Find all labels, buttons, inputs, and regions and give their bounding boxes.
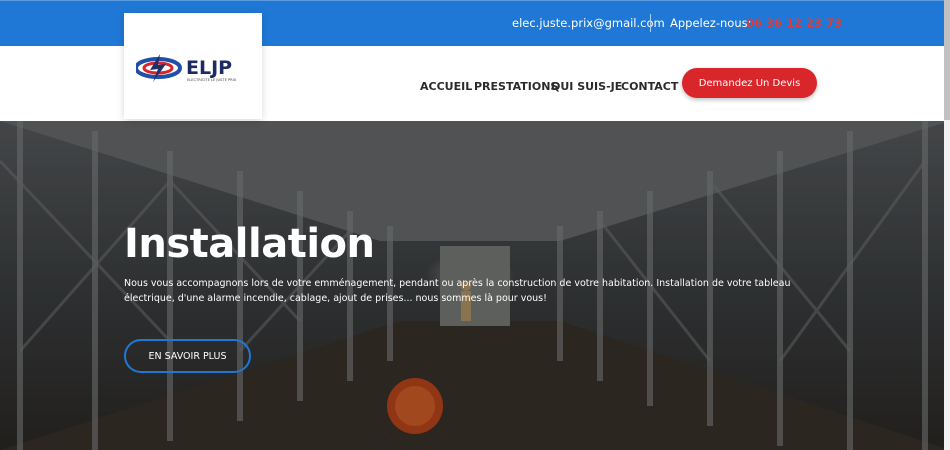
phone-link[interactable]: 06 36 12 23 73 [746,16,842,30]
scrollbar[interactable] [944,0,950,450]
hero-section: Installation Nous vous accompagnons lors… [0,121,950,450]
svg-text:ELJP: ELJP [186,57,232,79]
svg-text:ELECTRICITE LE JUSTE PRIX: ELECTRICITE LE JUSTE PRIX [187,78,237,82]
nav-accueil[interactable]: ACCUEIL [420,80,472,93]
email-link[interactable]: elec.juste.prix@gmail.com [512,16,665,30]
nav-contact[interactable]: CONTACT [621,80,678,93]
learn-more-button[interactable]: EN SAVOIR PLUS [124,339,251,373]
scrollbar-thumb[interactable] [944,0,950,120]
hero-title: Installation [124,221,375,267]
divider [650,14,651,32]
hero-description: Nous vous accompagnons lors de votre emm… [124,278,791,304]
call-label: Appelez-nous: [670,16,752,30]
logo[interactable]: ELJP ELECTRICITE LE JUSTE PRIX [124,13,262,119]
nav-prestations[interactable]: PRESTATIONS [474,80,558,93]
nav-qui-suis-je[interactable]: QUI SUIS-JE [551,80,622,93]
request-quote-button[interactable]: Demandez Un Devis [682,68,817,98]
eljp-logo-icon: ELJP ELECTRICITE LE JUSTE PRIX [136,54,237,82]
